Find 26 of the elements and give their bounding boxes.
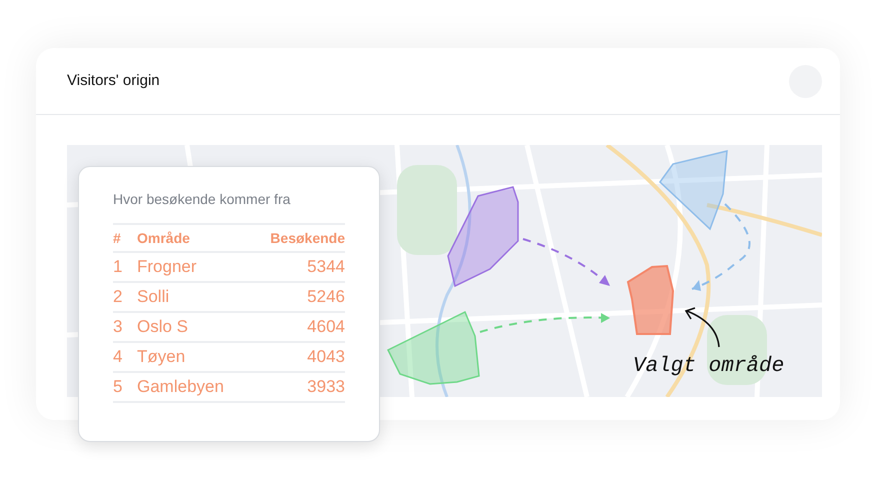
area-name-cell: Gamlebyen <box>137 372 249 402</box>
area-polygon[interactable] <box>659 150 728 230</box>
rank-cell: 2 <box>113 282 137 312</box>
visitor-count-cell: 4043 <box>248 342 345 372</box>
column-header: # <box>113 224 137 252</box>
rank-cell: 3 <box>113 312 137 342</box>
visitor-count-cell: 5246 <box>248 282 345 312</box>
area-polygon[interactable] <box>387 310 480 385</box>
visitor-count-cell: 5344 <box>248 252 345 282</box>
pointer-arrow <box>684 307 720 348</box>
table-title: Hvor besøkende kommer fra <box>113 190 292 209</box>
column-header: Besøkende <box>248 224 345 252</box>
rank-cell: 5 <box>113 372 137 402</box>
visitor-count-cell: 4604 <box>248 312 345 342</box>
annotation-text: Valgt område <box>633 354 784 380</box>
selected-area-polygon[interactable] <box>626 264 674 335</box>
area-name-cell: Frogner <box>137 252 249 282</box>
area-name-cell: Oslo S <box>137 312 249 342</box>
column-header: Område <box>137 224 249 252</box>
rank-cell: 4 <box>113 342 137 372</box>
area-name-cell: Solli <box>137 282 249 312</box>
visitor-count-cell: 3933 <box>248 372 345 402</box>
area-name-cell: Tøyen <box>137 342 249 372</box>
area-polygon[interactable] <box>447 186 519 288</box>
rank-cell: 1 <box>113 252 137 282</box>
panel-title: Visitors' origin <box>67 70 160 91</box>
